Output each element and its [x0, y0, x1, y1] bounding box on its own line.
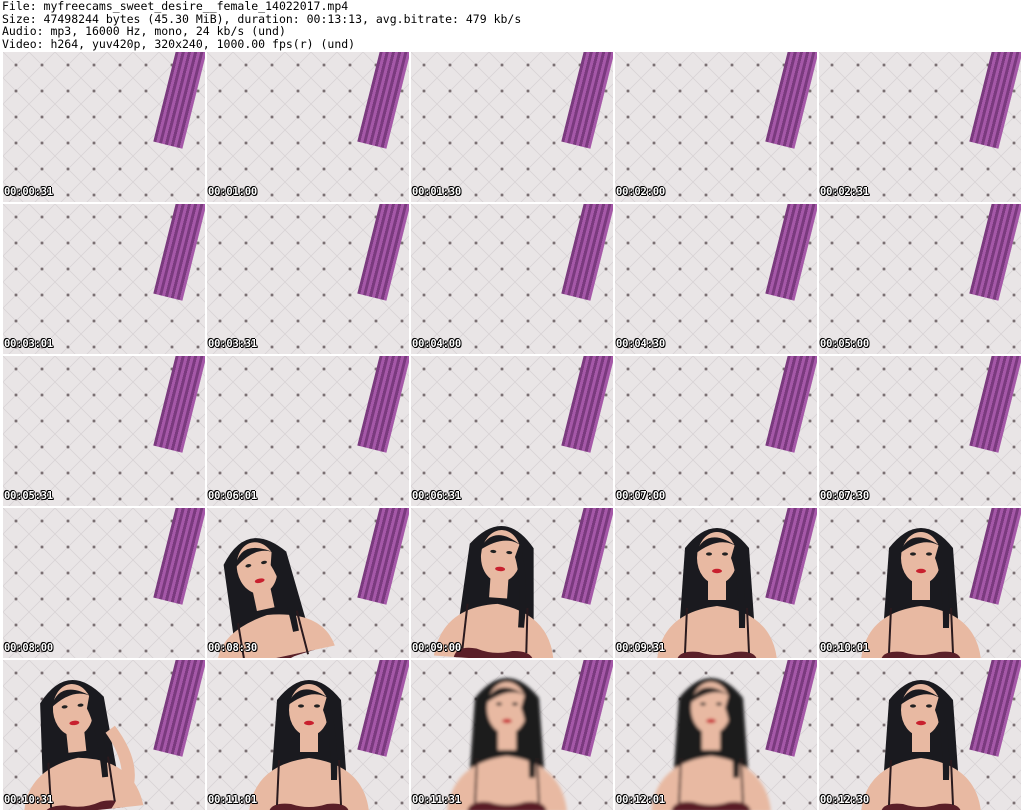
- video-thumbnail[interactable]: 00:04:00: [410, 203, 614, 355]
- thumbnail-timestamp: 00:08:30: [208, 642, 257, 654]
- thumbnail-timestamp: 00:04:00: [412, 338, 461, 350]
- video-thumbnail[interactable]: 00:02:00: [614, 51, 818, 203]
- person-figure: [651, 678, 771, 810]
- file-info-header: File: myfreecams_sweet_desire__female_14…: [2, 0, 1022, 50]
- video-thumbnail[interactable]: 00:05:00: [818, 203, 1022, 355]
- video-thumbnail[interactable]: 00:07:00: [614, 355, 818, 507]
- video-thumbnail[interactable]: 00:08:00: [2, 507, 206, 659]
- video-thumbnail[interactable]: 00:09:31: [614, 507, 818, 659]
- video-thumbnail[interactable]: 00:12:30: [818, 659, 1022, 811]
- video-thumbnail[interactable]: 00:06:31: [410, 355, 614, 507]
- thumbnail-timestamp: 00:06:31: [412, 490, 461, 502]
- person-figure: [861, 528, 981, 658]
- video-thumbnail[interactable]: 00:01:00: [206, 51, 410, 203]
- thumbnail-timestamp: 00:12:01: [616, 794, 665, 806]
- thumbnail-timestamp: 00:02:00: [616, 186, 665, 198]
- file-name-line: File: myfreecams_sweet_desire__female_14…: [2, 0, 349, 13]
- thumbnail-grid: 00:00:31 00:01:00 00:01:30 00:02:00 00:02:31…: [2, 51, 1022, 811]
- thumbnail-timestamp: 00:07:30: [820, 490, 869, 502]
- video-thumbnail[interactable]: 00:09:00: [410, 507, 614, 659]
- thumbnail-timestamp: 00:10:31: [4, 794, 53, 806]
- video-thumbnail[interactable]: 00:03:01: [2, 203, 206, 355]
- thumbnail-timestamp: 00:03:01: [4, 338, 53, 350]
- thumbnail-timestamp: 00:08:00: [4, 642, 53, 654]
- thumbnail-timestamp: 00:02:31: [820, 186, 869, 198]
- person-figure: [447, 678, 567, 810]
- video-thumbnail[interactable]: 00:11:31: [410, 659, 614, 811]
- person-figure: [433, 526, 554, 658]
- thumbnail-timestamp: 00:09:31: [616, 642, 665, 654]
- person-figure: [217, 538, 335, 658]
- thumbnail-timestamp: 00:04:30: [616, 338, 665, 350]
- thumbnail-timestamp: 00:01:00: [208, 186, 257, 198]
- thumbnail-timestamp: 00:12:30: [820, 794, 869, 806]
- thumbnail-timestamp: 00:07:00: [616, 490, 665, 502]
- video-thumbnail[interactable]: 00:04:30: [614, 203, 818, 355]
- thumbnail-timestamp: 00:10:01: [820, 642, 869, 654]
- person-figure: [657, 528, 777, 658]
- video-thumbnail[interactable]: 00:06:01: [206, 355, 410, 507]
- person-figure: [861, 680, 981, 810]
- video-thumbnail[interactable]: 00:05:31: [2, 355, 206, 507]
- video-thumbnail[interactable]: 00:10:31: [2, 659, 206, 811]
- thumbnail-timestamp: 00:05:00: [820, 338, 869, 350]
- video-thumbnail[interactable]: 00:08:30: [206, 507, 410, 659]
- person-figure: [23, 680, 144, 810]
- thumbnail-timestamp: 00:01:30: [412, 186, 461, 198]
- thumbnail-timestamp: 00:09:00: [412, 642, 461, 654]
- video-thumbnail[interactable]: 00:01:30: [410, 51, 614, 203]
- video-thumbnail[interactable]: 00:10:01: [818, 507, 1022, 659]
- thumbnail-timestamp: 00:11:31: [412, 794, 461, 806]
- video-thumbnail[interactable]: 00:12:01: [614, 659, 818, 811]
- person-figure: [249, 680, 369, 810]
- video-thumbnail[interactable]: 00:11:01: [206, 659, 410, 811]
- video-thumbnail[interactable]: 00:07:30: [818, 355, 1022, 507]
- video-thumbnail[interactable]: 00:00:31: [2, 51, 206, 203]
- audio-info-line: Audio: mp3, 16000 Hz, mono, 24 kb/s (und…: [2, 24, 286, 38]
- thumbnail-timestamp: 00:05:31: [4, 490, 53, 502]
- thumbnail-timestamp: 00:06:01: [208, 490, 257, 502]
- video-info-line: Video: h264, yuv420p, 320x240, 1000.00 f…: [2, 36, 356, 51]
- thumbnail-timestamp: 00:03:31: [208, 338, 257, 350]
- thumbnail-timestamp: 00:11:01: [208, 794, 257, 806]
- video-thumbnail[interactable]: 00:03:31: [206, 203, 410, 355]
- video-thumbnail[interactable]: 00:02:31: [818, 51, 1022, 203]
- thumbnail-timestamp: 00:00:31: [4, 186, 53, 198]
